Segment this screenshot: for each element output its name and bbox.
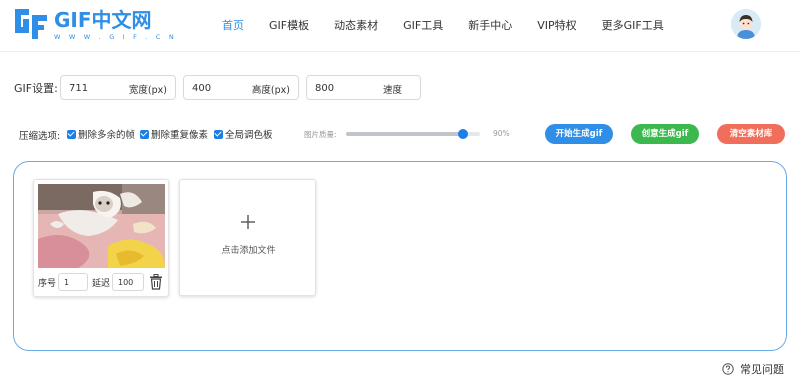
nav-item-animated-assets[interactable]: 动态素材 bbox=[334, 16, 378, 36]
creative-generate-gif-button[interactable]: 创意生成gif bbox=[631, 124, 699, 144]
option-global-palette[interactable]: 全局调色板 bbox=[214, 127, 273, 141]
question-circle-icon bbox=[722, 363, 734, 375]
faq-label: 常见问题 bbox=[740, 363, 784, 376]
header: GIF中文网 W W W . G I F . C N 首页 GIF模板 动态素材… bbox=[0, 0, 800, 52]
plus-icon bbox=[241, 215, 255, 229]
frame-thumbnail[interactable] bbox=[38, 184, 165, 268]
gif-logo-icon bbox=[15, 9, 47, 39]
slider-fill bbox=[346, 132, 463, 136]
clear-library-button[interactable]: 清空素材库 bbox=[717, 124, 785, 144]
avatar-icon bbox=[731, 9, 761, 39]
height-field[interactable]: 高度(px) bbox=[183, 75, 299, 100]
site-logo[interactable]: GIF中文网 W W W . G I F . C N bbox=[14, 6, 174, 46]
quality-value: 90% bbox=[493, 129, 510, 138]
speed-field[interactable]: 速度 bbox=[306, 75, 421, 100]
height-unit: 高度(px) bbox=[251, 85, 290, 96]
option-label: 全局调色板 bbox=[225, 130, 273, 141]
main-nav: 首页 GIF模板 动态素材 GIF工具 新手中心 VIP特权 更多GIF工具 bbox=[222, 16, 689, 36]
start-generate-gif-button[interactable]: 开始生成gif bbox=[545, 124, 613, 144]
nav-item-more-tools[interactable]: 更多GIF工具 bbox=[602, 16, 664, 36]
frame-index-label: 序号 bbox=[38, 279, 57, 289]
width-unit: 宽度(px) bbox=[128, 85, 167, 96]
nav-item-gif-templates[interactable]: GIF模板 bbox=[269, 16, 309, 36]
checkbox-checked[interactable] bbox=[67, 129, 76, 139]
compression-options: 压缩选项: 删除多余的帧 删除重复像素 全局调色板 图片质量: 90% 开始生成… bbox=[19, 124, 789, 146]
nav-item-vip[interactable]: VIP特权 bbox=[537, 16, 576, 36]
add-file-card[interactable]: 点击添加文件 bbox=[179, 179, 316, 296]
faq-link[interactable]: 常见问题 bbox=[722, 361, 784, 377]
nav-item-gif-tools[interactable]: GIF工具 bbox=[403, 16, 443, 36]
frame-card[interactable]: 序号 延迟 bbox=[33, 179, 169, 297]
checkbox-checked[interactable] bbox=[214, 129, 223, 139]
quality-slider[interactable] bbox=[346, 129, 480, 139]
frame-controls: 序号 延迟 bbox=[38, 273, 165, 291]
option-remove-redundant-frames[interactable]: 删除多余的帧 bbox=[67, 127, 135, 141]
frame-delay-label: 延迟 bbox=[92, 279, 111, 289]
add-file-label: 点击添加文件 bbox=[221, 246, 276, 256]
quality-label: 图片质量: bbox=[304, 130, 337, 139]
height-input[interactable] bbox=[192, 80, 242, 96]
gif-settings-label: GIF设置: bbox=[14, 82, 58, 95]
speed-unit: 速度 bbox=[382, 85, 402, 96]
trash-icon[interactable] bbox=[149, 274, 163, 290]
frame-index-input[interactable] bbox=[58, 273, 88, 291]
logo-title: GIF中文网 bbox=[54, 8, 152, 32]
option-remove-duplicate-pixels[interactable]: 删除重复像素 bbox=[140, 127, 208, 141]
logo-subtitle: W W W . G I F . C N bbox=[54, 33, 177, 41]
frame-workspace: 序号 延迟 点击添加文件 bbox=[13, 161, 787, 351]
frame-delay-input[interactable] bbox=[112, 273, 144, 291]
frame-image bbox=[38, 184, 165, 268]
width-field[interactable]: 宽度(px) bbox=[60, 75, 176, 100]
slider-handle[interactable] bbox=[458, 129, 468, 139]
option-label: 删除多余的帧 bbox=[78, 130, 136, 141]
width-input[interactable] bbox=[69, 80, 119, 96]
speed-input[interactable] bbox=[315, 80, 365, 96]
nav-item-beginner-center[interactable]: 新手中心 bbox=[468, 16, 512, 36]
user-avatar[interactable] bbox=[731, 9, 761, 39]
nav-item-home[interactable]: 首页 bbox=[222, 16, 244, 36]
option-label: 删除重复像素 bbox=[151, 130, 209, 141]
checkbox-checked[interactable] bbox=[140, 129, 149, 139]
compression-label: 压缩选项: bbox=[19, 131, 61, 142]
